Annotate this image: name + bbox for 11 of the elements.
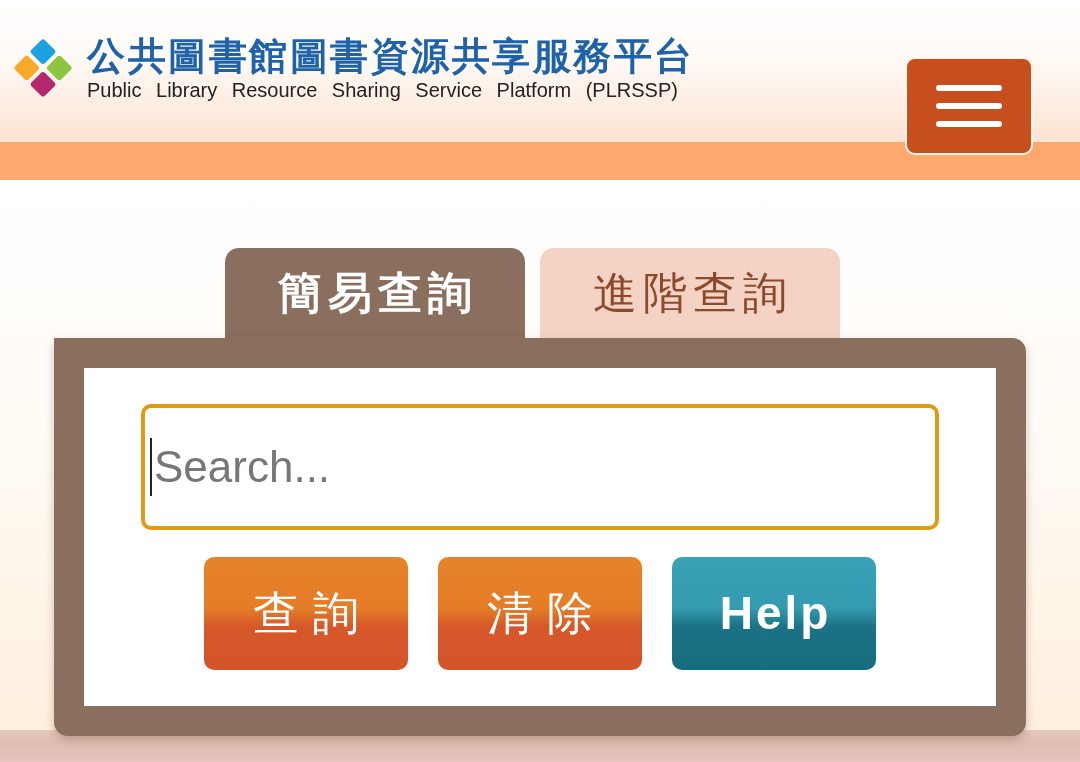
action-button[interactable]: 清除: [438, 557, 642, 670]
search-tab[interactable]: 進階查詢: [540, 248, 840, 338]
site-title: 公共圖書館圖書資源共享服務平台: [87, 34, 695, 78]
help-button[interactable]: Help: [672, 557, 876, 670]
menu-icon: [936, 85, 1002, 127]
search-tab[interactable]: 簡易查詢: [225, 248, 525, 338]
text-cursor: [150, 438, 152, 496]
menu-button[interactable]: [905, 57, 1033, 155]
site-subtitle: Public Library Resource Sharing Service Platform (PLRSSP): [87, 78, 679, 102]
search-field[interactable]: Search...: [141, 404, 939, 530]
action-button[interactable]: 查詢: [204, 557, 408, 670]
